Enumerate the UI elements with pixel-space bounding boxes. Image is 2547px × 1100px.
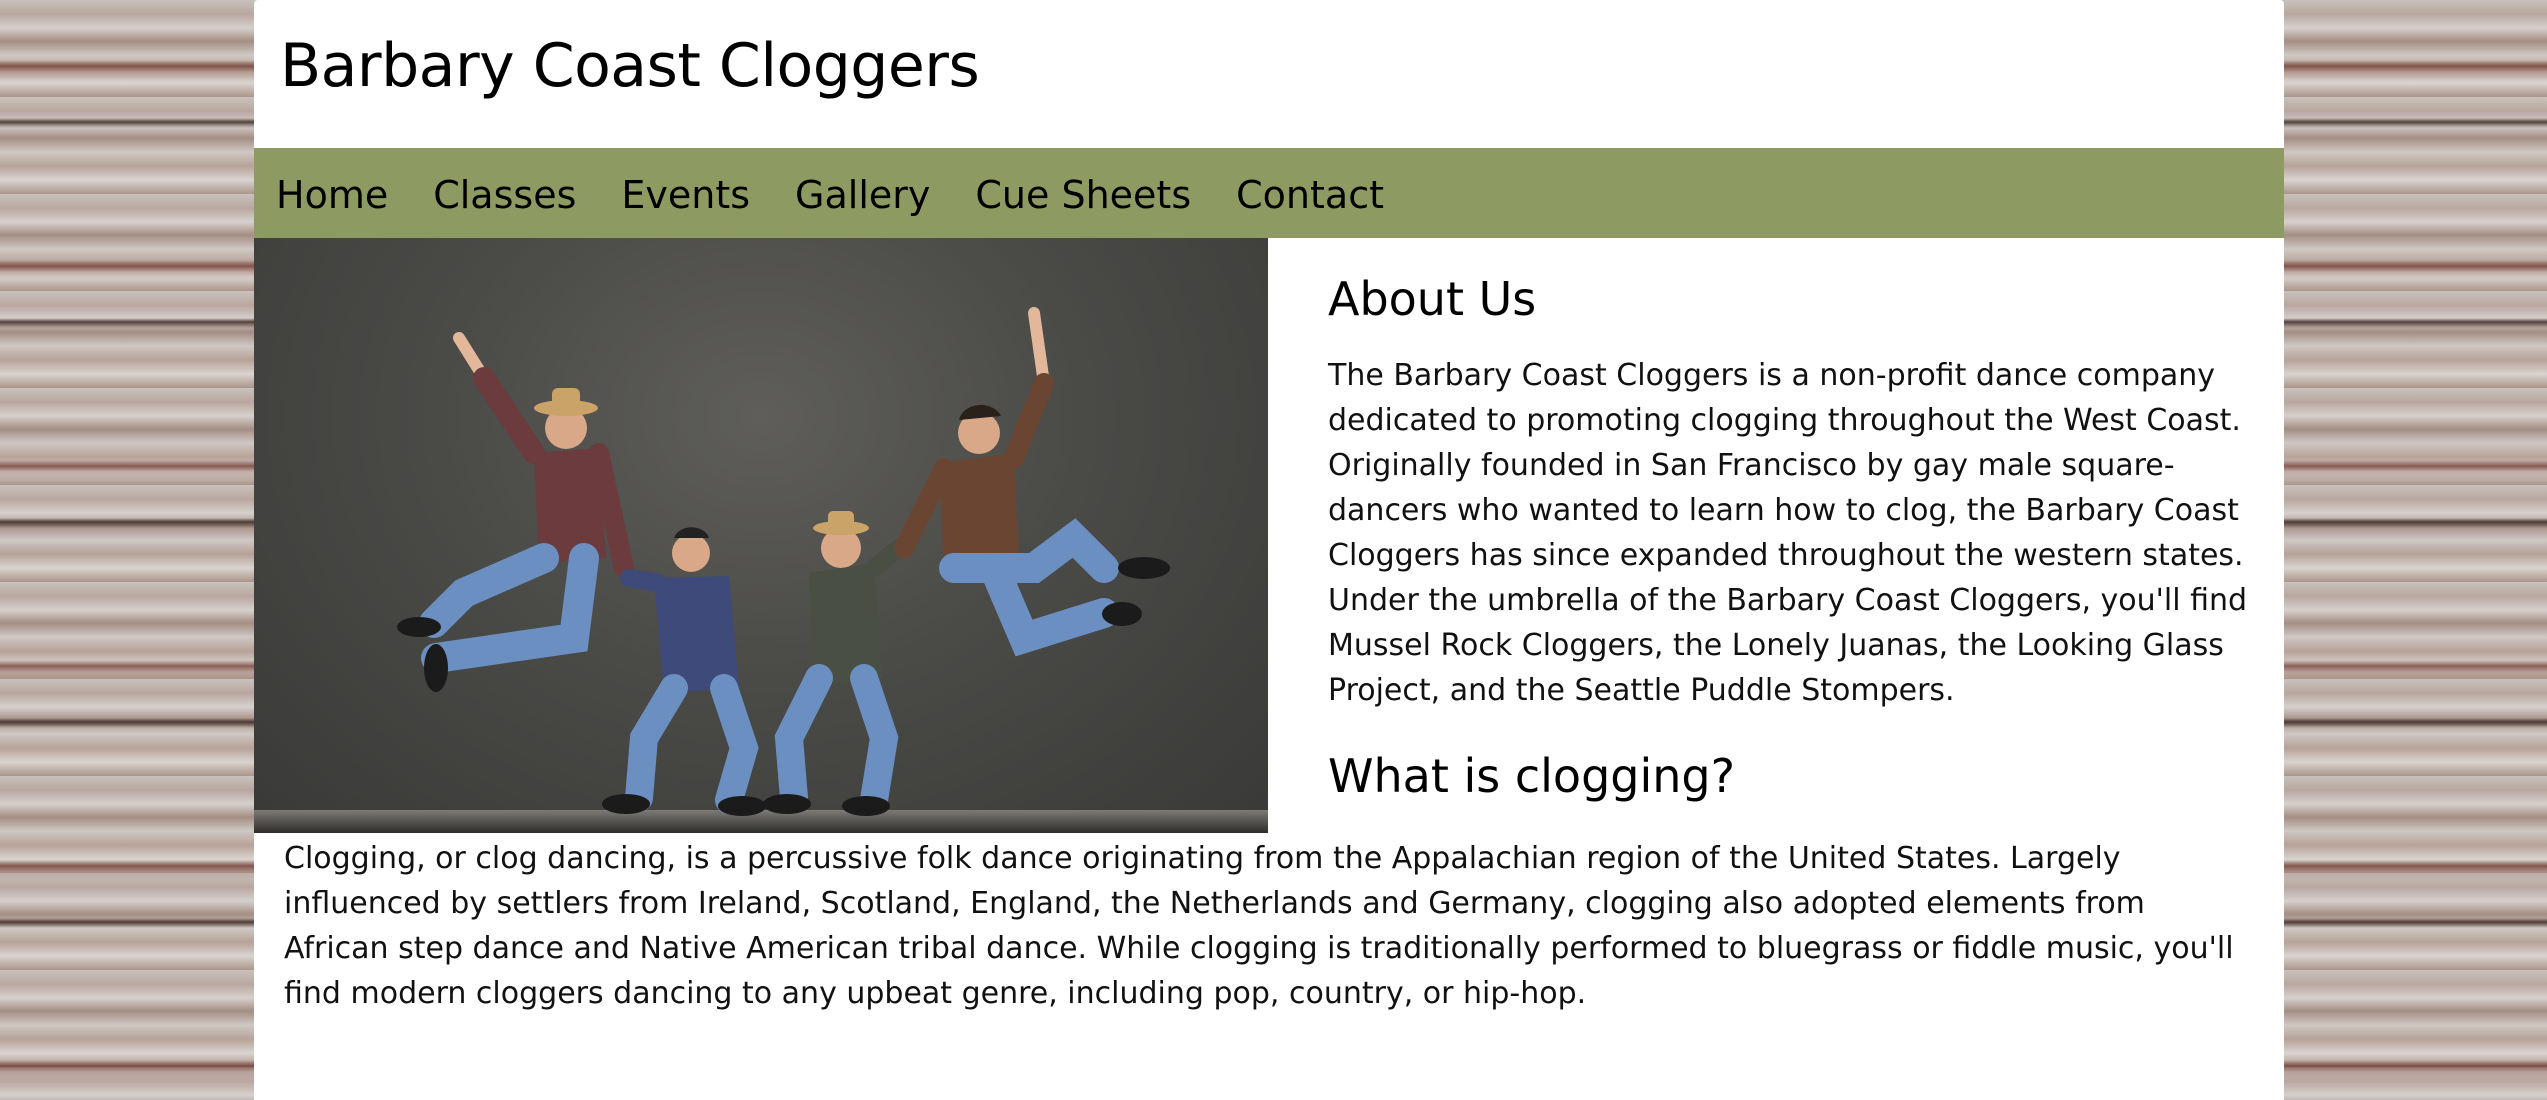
site-header: Barbary Coast Cloggers — [254, 0, 2284, 148]
nav-item-gallery[interactable]: Gallery — [795, 172, 930, 214]
nav-item-cue-sheets[interactable]: Cue Sheets — [975, 172, 1191, 214]
nav-item-contact[interactable]: Contact — [1236, 172, 1384, 214]
main-content: About Us The Barbary Coast Cloggers is a… — [254, 238, 2284, 838]
site-title[interactable]: Barbary Coast Cloggers — [280, 36, 980, 96]
main-nav: Home Classes Events Gallery Cue Sheets C… — [254, 148, 2284, 238]
about-text: The Barbary Coast Cloggers is a non-prof… — [1328, 358, 2248, 709]
clogging-heading: What is clogging? — [1328, 749, 1736, 804]
nav-item-events[interactable]: Events — [621, 172, 750, 214]
clogging-text: Clogging, or clog dancing, is a percussi… — [284, 841, 2234, 1011]
hero-image — [254, 238, 1268, 833]
dancer-2 — [602, 527, 766, 816]
about-section: About Us The Barbary Coast Cloggers is a… — [1328, 238, 2248, 804]
page-container: Barbary Coast Cloggers Home Classes Even… — [254, 0, 2284, 1100]
dancer-3 — [763, 511, 908, 816]
nav-item-home[interactable]: Home — [276, 172, 388, 214]
about-heading: About Us — [1328, 272, 1537, 326]
dancers-photo — [254, 307, 1268, 833]
dancer-1 — [397, 332, 634, 692]
nav-item-classes[interactable]: Classes — [433, 172, 576, 214]
dancer-4 — [894, 307, 1170, 657]
